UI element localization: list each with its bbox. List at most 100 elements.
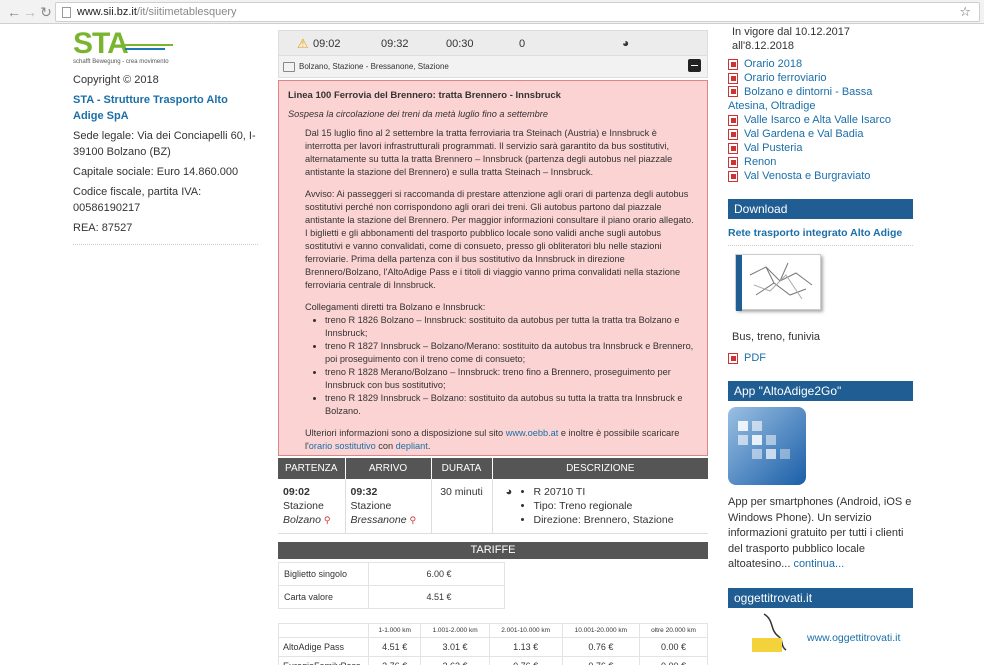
address-bar[interactable]: www.sii.bz.it/it/siitimetablesquery ☆ <box>55 2 980 22</box>
reload-icon[interactable]: ↻ <box>36 2 56 22</box>
list-item: treno R 1826 Bolzano – Innsbruck: sostit… <box>325 314 694 340</box>
description-item: Tipo: Treno regionale <box>534 499 704 513</box>
distance-header: 1-1.000 km <box>367 623 422 638</box>
logo-text: STA <box>73 27 129 60</box>
fares-title: TARIFFE <box>278 542 708 559</box>
notice-text: . <box>427 441 431 451</box>
departure-place: Bolzano <box>283 514 321 526</box>
list-item: treno R 1829 Innsbruck – Bolzano: sostit… <box>325 392 694 418</box>
app-icon[interactable] <box>728 407 806 485</box>
timetable-link[interactable]: Renon <box>728 155 913 169</box>
results-table: PARTENZA ARRIVO DURATA DESCRIZIONE 09:02… <box>278 458 708 534</box>
timetable-column: ⚠ 09:02 09:32 00:30 0 ◕ Bolzano, Stazion… <box>278 30 708 665</box>
lost-found-header: oggettitrovati.it <box>728 587 913 608</box>
distance-header: 1.001-2.000 km <box>420 623 490 638</box>
header-description: DESCRIZIONE <box>492 458 708 479</box>
url-path: /it/siitimetablesquery <box>136 6 237 18</box>
connection-arrival: 09:32 <box>381 38 409 50</box>
link-label: Renon <box>744 156 777 168</box>
logo-lines <box>125 44 173 52</box>
notice-list: treno R 1826 Bolzano – Innsbruck: sostit… <box>305 314 694 418</box>
browser-toolbar: ← → ↻ www.sii.bz.it/it/siitimetablesquer… <box>0 0 984 24</box>
link-label: PDF <box>744 352 766 364</box>
timetable-link[interactable]: Bolzano e dintorni - Bassa Atesina, Oltr… <box>728 85 913 113</box>
connection-duration: 00:30 <box>446 38 474 50</box>
notice-subtitle: Sospesa la circolazione dei treni da met… <box>288 109 548 119</box>
fare-value: 3.01 € <box>420 637 490 657</box>
stops-header: Bolzano, Stazione - Bressanone, Stazione <box>278 56 708 78</box>
leaflet-link[interactable]: depliant <box>396 441 428 451</box>
print-icon[interactable] <box>283 61 295 72</box>
logo-tagline: schafft Bewegung - crea movimento <box>73 59 169 65</box>
fare-type: AltoAdige Pass <box>278 637 369 657</box>
link-label: Orario ferroviario <box>744 72 827 84</box>
notice-title: Linea 100 Ferrovia del Brennero: tratta … <box>288 90 561 101</box>
oebb-link[interactable]: www.oebb.at <box>506 428 559 438</box>
timetable-link[interactable]: Orario 2018 <box>728 57 913 71</box>
departure-time: 09:02 <box>283 486 310 498</box>
lost-found-image <box>752 612 787 652</box>
fare-value: 0.00 € <box>639 637 708 657</box>
map-pin-icon[interactable]: ⚲ <box>324 515 331 525</box>
pdf-icon <box>728 142 738 154</box>
right-sidebar: In vigore dal 10.12.2017 all'8.12.2018 O… <box>728 24 913 652</box>
fare-value: 1.13 € <box>488 637 563 657</box>
app-icon-graphic <box>738 421 790 459</box>
notice-paragraph-3: Collegamenti diretti tra Bolzano e Innsb… <box>305 302 486 312</box>
download-header: Download <box>728 199 913 219</box>
company-name: STA - Strutture Trasporto Alto Adige SpA <box>73 94 228 122</box>
table-row: 1-1.000 km 1.001-2.000 km 2.001-10.000 k… <box>278 623 708 638</box>
collapse-button[interactable] <box>688 59 701 72</box>
pdf-icon <box>728 72 738 84</box>
continue-link[interactable]: continua... <box>793 558 844 570</box>
timetable-link[interactable]: Valle Isarco e Alta Valle Isarco <box>728 113 913 127</box>
arrival-time: 09:32 <box>350 486 378 498</box>
service-notice: Linea 100 Ferrovia del Brennero: tratta … <box>278 80 708 456</box>
list-item: treno R 1827 Innsbruck – Bolzano/Merano:… <box>325 340 694 366</box>
pdf-download-link[interactable]: PDF <box>728 351 913 365</box>
pdf-icon <box>728 128 738 140</box>
duration-cell: 30 minuti <box>431 479 493 534</box>
description-item: Direzione: Brennero, Stazione <box>534 513 704 527</box>
network-map-link[interactable]: Rete trasporto integrato Alto Adige <box>728 227 913 240</box>
network-map-thumbnail[interactable] <box>735 254 821 311</box>
map-pin-icon[interactable]: ⚲ <box>409 515 416 525</box>
distance-header: 10.001-20.000 km <box>561 623 641 638</box>
single-ticket-label: Biglietto singolo <box>278 562 369 586</box>
fares-table: Biglietto singolo 6.00 € Carta valore 4.… <box>278 562 708 609</box>
lost-found-link[interactable]: www.oggettitrovati.it <box>807 632 900 644</box>
timetable-link[interactable]: Val Venosta e Burgraviato <box>728 169 913 183</box>
tax-code: Codice fiscale, partita IVA: 00586190217 <box>73 186 202 214</box>
table-row: EuregioFamilyPass 3.76 € 2.63 € 0.76 € 0… <box>278 656 708 665</box>
departure-label: Stazione <box>283 500 324 512</box>
notice-paragraph-4: Ulteriori informazioni sono a disposizio… <box>305 427 694 453</box>
notice-text: con <box>375 441 396 451</box>
arrival-cell: 09:32 Stazione Bressanone ⚲ <box>345 479 432 534</box>
distance-fares-table: 1-1.000 km 1.001-2.000 km 2.001-10.000 k… <box>278 623 708 665</box>
warning-icon: ⚠ <box>297 36 309 51</box>
link-label: Val Venosta e Burgraviato <box>744 170 871 182</box>
link-label: Val Gardena e Val Badia <box>744 128 864 140</box>
rea-number: REA: 87527 <box>73 222 133 234</box>
connection-row[interactable]: ⚠ 09:02 09:32 00:30 0 ◕ <box>278 30 708 56</box>
table-row: AltoAdige Pass 4.51 € 3.01 € 1.13 € 0.76… <box>278 637 708 657</box>
description-cell: ◕ R 20710 TI Tipo: Treno regionale Direz… <box>492 479 708 534</box>
departure-cell: 09:02 Stazione Bolzano ⚲ <box>278 479 346 534</box>
timetable-link[interactable]: Val Pusteria <box>728 141 913 155</box>
bookmark-star-icon[interactable]: ☆ <box>959 4 971 20</box>
lost-found-banner[interactable]: www.oggettitrovati.it <box>728 608 913 652</box>
table-row: 09:02 Stazione Bolzano ⚲ 09:32 Stazione … <box>278 479 708 534</box>
validity-to: all'8.12.2018 <box>732 40 795 52</box>
share-capital: Capitale sociale: Euro 14.860.000 <box>73 166 239 178</box>
stops-label: Bolzano, Stazione - Bressanone, Stazione <box>299 62 449 71</box>
timetable-link[interactable]: Val Gardena e Val Badia <box>728 127 913 141</box>
timetable-link[interactable]: Orario ferroviario <box>728 71 913 85</box>
pdf-icon <box>728 352 738 364</box>
sta-logo[interactable]: STA schafft Bewegung - crea movimento <box>73 27 173 66</box>
train-icon: ◕ <box>505 486 513 498</box>
replacement-timetable-link[interactable]: orario sostitutivo <box>309 441 376 451</box>
value-card-label: Carta valore <box>278 585 369 609</box>
pdf-icon <box>728 156 738 168</box>
app-header: App "AltoAdige2Go" <box>728 381 913 401</box>
header-departure: PARTENZA <box>278 458 346 479</box>
